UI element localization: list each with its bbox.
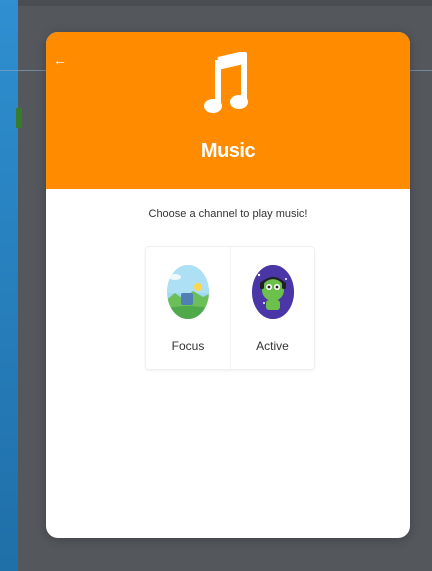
channel-focus[interactable]: Focus [146, 247, 230, 369]
music-note-icon [204, 52, 248, 113]
channel-focus-label: Focus [171, 339, 205, 353]
music-modal: ← Music Choose a channel to play music! [46, 32, 410, 538]
arrow-left-icon: ← [53, 52, 67, 68]
active-channel-icon [251, 265, 294, 319]
channel-active-label: Active [256, 339, 289, 353]
channel-active[interactable]: Active [229, 247, 315, 369]
background-accent [16, 108, 22, 128]
focus-channel-icon [167, 265, 209, 319]
modal-header: ← Music [46, 32, 410, 189]
background-left-strip [0, 0, 18, 571]
modal-title: Music [200, 140, 256, 162]
channel-list: Focus Active [145, 246, 315, 370]
channel-prompt: Choose a channel to play music! [148, 208, 308, 220]
background-top-bar [18, 0, 432, 6]
back-button[interactable]: ← [50, 50, 70, 70]
